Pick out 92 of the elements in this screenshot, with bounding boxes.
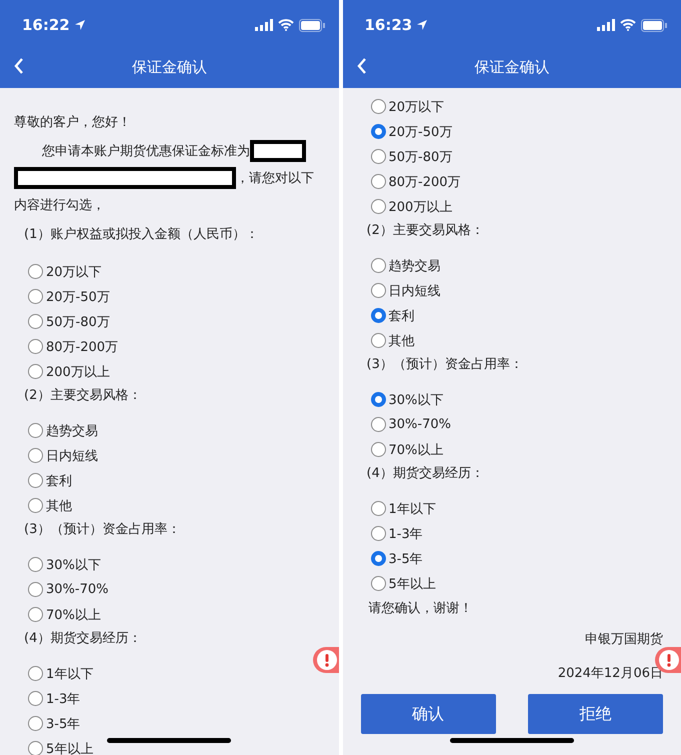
radio-icon[interactable] (28, 289, 43, 304)
intro-paragraph: 您申请本账户期货优惠保证金标准为 ，请您对以下内容进行勾选， (14, 138, 326, 219)
radio-icon[interactable] (28, 448, 43, 463)
back-icon[interactable] (356, 58, 366, 74)
radio-icon[interactable] (370, 99, 386, 114)
radio-option[interactable]: 日内短线 (14, 443, 98, 468)
radio-option[interactable]: 20万以下 (356, 94, 444, 119)
radio-icon[interactable] (28, 364, 43, 379)
radio-icon[interactable] (370, 124, 386, 139)
radio-option[interactable]: 30%以下 (14, 552, 101, 577)
radio-option[interactable]: 1年以下 (14, 661, 94, 686)
radio-icon[interactable] (28, 557, 43, 572)
radio-option[interactable]: 80万-200万 (14, 334, 118, 359)
radio-icon[interactable] (370, 501, 386, 516)
question-heading: (4）期货交易经历： (366, 465, 485, 483)
radio-icon[interactable] (370, 551, 386, 566)
page-title: 保证金确认 (474, 58, 550, 76)
alert-badge[interactable] (312, 647, 338, 673)
question-heading: (2）主要交易风格： (366, 222, 485, 240)
location-arrow-icon (416, 19, 428, 31)
greeting-text: 尊敬的客户，您好！ (14, 114, 132, 132)
radio-icon[interactable] (28, 473, 43, 488)
closing-text: 请您确认，谢谢！ (368, 600, 474, 618)
radio-option[interactable]: 1年以下 (356, 496, 436, 521)
radio-icon[interactable] (28, 264, 43, 279)
radio-icon[interactable] (28, 666, 43, 681)
question-heading: (1）账户权益或拟投入金额（人民币）： (23, 226, 260, 244)
radio-option[interactable]: 20万-50万 (356, 119, 452, 144)
wifi-icon (620, 19, 636, 31)
radio-icon[interactable] (370, 333, 386, 348)
signal-icon (597, 19, 615, 31)
battery-icon (298, 18, 324, 32)
radio-option[interactable]: 20万-50万 (14, 284, 110, 309)
signal-icon (254, 19, 272, 31)
radio-icon[interactable] (370, 283, 386, 298)
radio-option[interactable]: 30%以下 (356, 387, 444, 412)
radio-option[interactable]: 3-5年 (356, 546, 423, 571)
question-heading: (3）（预计）资金占用率： (23, 521, 182, 539)
radio-icon[interactable] (370, 442, 386, 457)
status-time: 16:23 (364, 16, 428, 34)
radio-icon[interactable] (370, 392, 386, 407)
wifi-icon (278, 19, 294, 31)
radio-option[interactable]: 5年以上 (14, 736, 94, 755)
location-arrow-icon (74, 19, 86, 31)
battery-icon (641, 18, 667, 32)
radio-option[interactable]: 其他 (14, 493, 72, 518)
action-button[interactable]: 拒绝 (528, 694, 663, 734)
question-heading: (2）主要交易风格： (23, 387, 142, 405)
radio-icon[interactable] (28, 716, 43, 731)
radio-option[interactable]: 日内短线 (356, 278, 440, 303)
radio-icon[interactable] (370, 417, 386, 432)
radio-option[interactable]: 80万-200万 (356, 169, 461, 194)
radio-icon[interactable] (28, 498, 43, 513)
radio-icon[interactable] (28, 314, 43, 329)
radio-option[interactable]: 趋势交易 (14, 418, 98, 443)
radio-option[interactable]: 套利 (356, 303, 414, 328)
radio-option[interactable]: 趋势交易 (356, 253, 440, 278)
back-icon[interactable] (14, 58, 24, 74)
radio-option[interactable]: 套利 (14, 468, 72, 493)
radio-icon[interactable] (370, 258, 386, 273)
radio-option[interactable]: 50万-80万 (14, 309, 110, 334)
action-button[interactable]: 确认 (360, 694, 496, 734)
radio-option[interactable]: 3-5年 (14, 711, 80, 736)
radio-icon[interactable] (28, 607, 43, 622)
radio-option[interactable]: 50万-80万 (356, 144, 452, 169)
radio-option[interactable]: 200万以上 (356, 194, 452, 219)
page-title: 保证金确认 (132, 58, 207, 76)
radio-icon[interactable] (28, 582, 43, 597)
radio-option[interactable]: 200万以上 (14, 359, 110, 384)
radio-icon[interactable] (370, 526, 386, 541)
radio-option[interactable]: 70%以上 (356, 437, 444, 462)
signature-text: 申银万国期货 (584, 631, 664, 649)
status-time: 16:22 (22, 16, 86, 34)
radio-option[interactable]: 1-3年 (356, 521, 423, 546)
radio-icon[interactable] (370, 308, 386, 323)
question-heading: (3）（预计）资金占用率： (366, 356, 524, 374)
radio-option[interactable]: 30%-70% (356, 412, 451, 437)
radio-icon[interactable] (28, 423, 43, 438)
radio-option[interactable]: 30%-70% (14, 577, 108, 602)
radio-option[interactable]: 20万以下 (14, 259, 102, 284)
question-heading: (4）期货交易经历： (23, 630, 142, 648)
radio-option[interactable]: 5年以上 (356, 571, 436, 596)
radio-icon[interactable] (28, 691, 43, 706)
radio-icon[interactable] (370, 576, 386, 591)
radio-icon[interactable] (28, 339, 43, 354)
radio-option[interactable]: 70%以上 (14, 602, 101, 627)
radio-icon[interactable] (370, 199, 386, 214)
radio-option[interactable]: 其他 (356, 328, 414, 353)
radio-icon[interactable] (370, 149, 386, 164)
radio-icon[interactable] (28, 741, 43, 755)
radio-option[interactable]: 1-3年 (14, 686, 80, 711)
radio-icon[interactable] (370, 174, 386, 189)
